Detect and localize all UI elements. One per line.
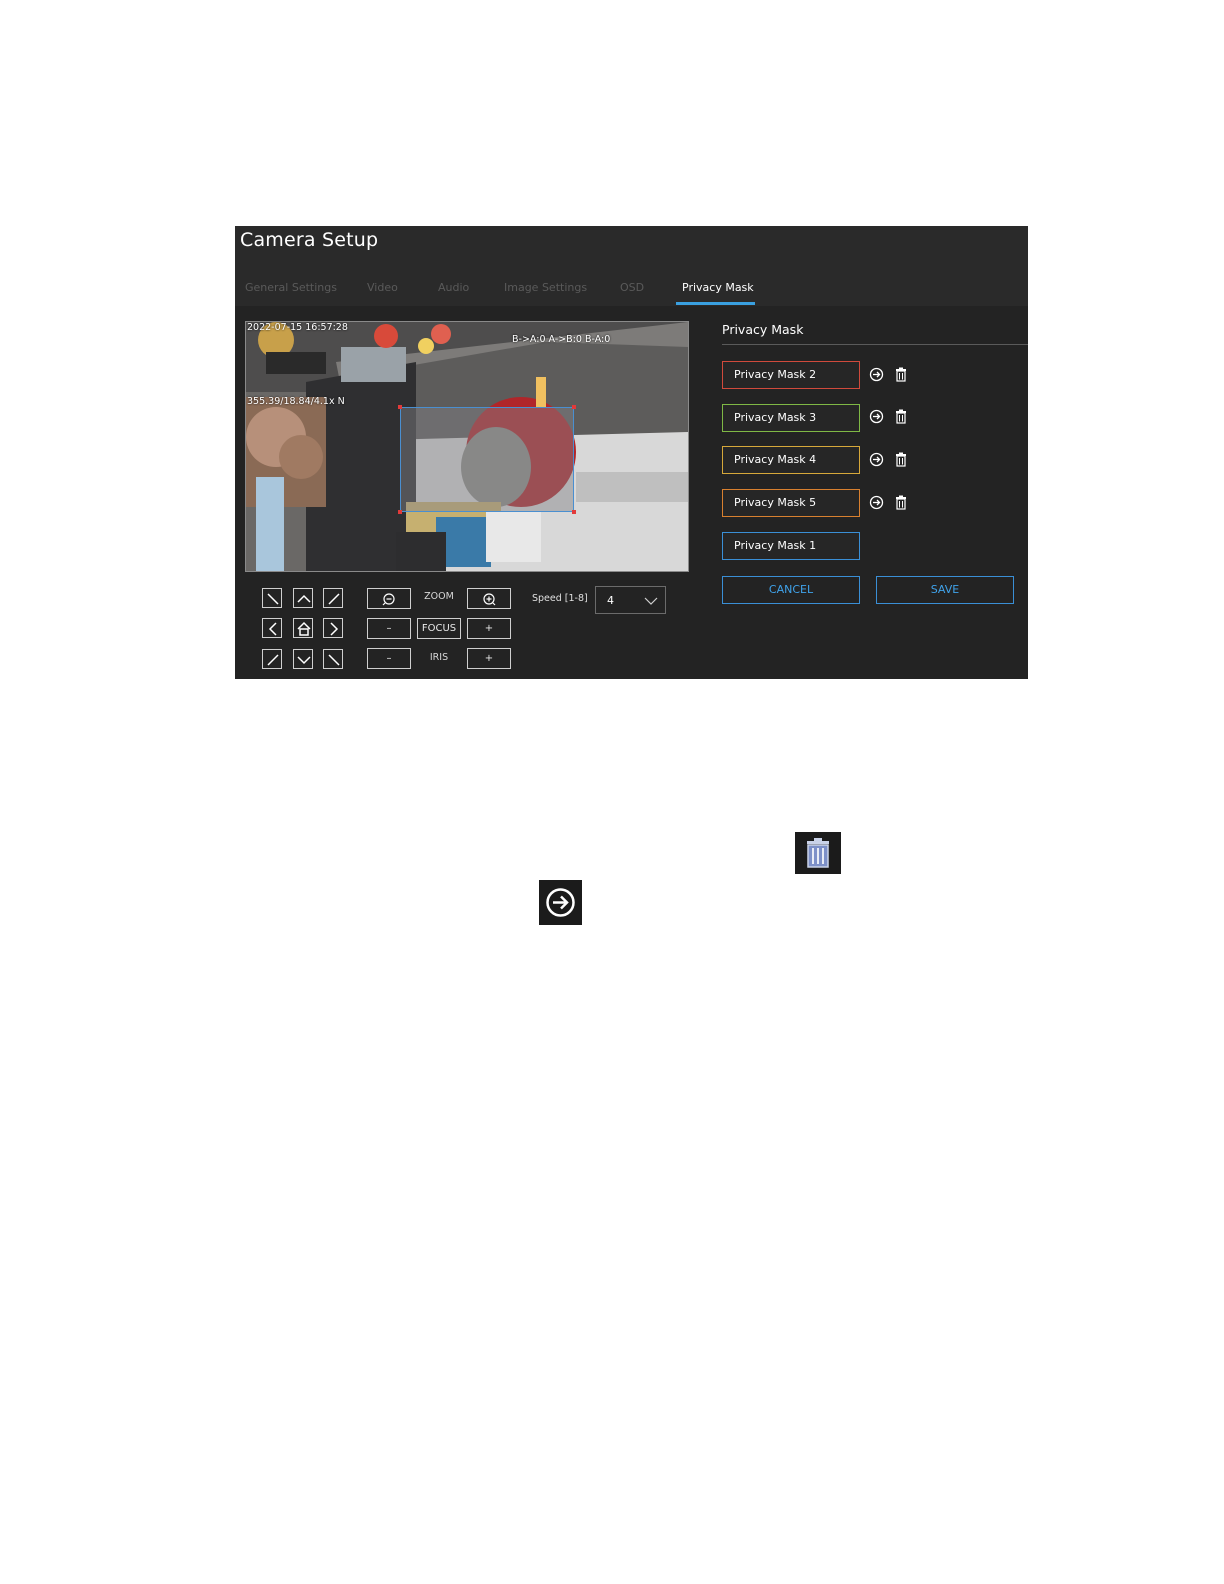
resize-handle[interactable]: [398, 405, 402, 409]
speed-select[interactable]: 4: [595, 586, 666, 614]
tab-image-settings[interactable]: Image Settings: [504, 281, 587, 294]
trash-icon[interactable]: [894, 452, 908, 467]
ptz-readout: 355.39/18.84/4.1x N: [247, 396, 345, 407]
zoom-in-icon: [483, 593, 496, 606]
ptz-left-button[interactable]: [262, 618, 282, 638]
ptz-home-button[interactable]: [293, 618, 313, 638]
zoom-label: ZOOM: [424, 591, 454, 602]
active-tab-indicator: [676, 302, 755, 305]
trash-icon: [795, 832, 841, 874]
arrow-circle-icon[interactable]: [869, 409, 884, 424]
ptz-down-right-button[interactable]: [323, 649, 343, 669]
video-timestamp: 2022-07-15 16:57:28: [247, 322, 348, 333]
tab-general-settings[interactable]: General Settings: [245, 281, 337, 294]
privacy-mask-panel-title: Privacy Mask: [722, 322, 804, 337]
save-button[interactable]: SAVE: [876, 576, 1014, 604]
trash-icon[interactable]: [894, 409, 908, 424]
chevron-down-icon: [644, 597, 658, 605]
tab-video[interactable]: Video: [367, 281, 398, 294]
cancel-button[interactable]: CANCEL: [722, 576, 860, 604]
arrow-circle-icon[interactable]: [869, 452, 884, 467]
iris-plus-button[interactable]: +: [467, 648, 511, 669]
privacy-mask-3-field[interactable]: Privacy Mask 3: [722, 404, 860, 432]
focus-plus-button[interactable]: +: [467, 618, 511, 639]
privacy-mask-region[interactable]: [398, 405, 576, 514]
arrow-circle-icon: [539, 880, 582, 925]
trash-icon[interactable]: [894, 495, 908, 510]
video-preview[interactable]: 2022-07-15 16:57:28 B->A:0 A->B:0 B-A:0 …: [245, 321, 689, 572]
zoom-out-icon: [382, 593, 395, 606]
privacy-mask-4-field[interactable]: Privacy Mask 4: [722, 446, 860, 474]
zoom-in-button[interactable]: [467, 588, 511, 609]
speed-value: 4: [607, 594, 614, 607]
ptz-up-left-button[interactable]: [262, 588, 282, 608]
ptz-right-button[interactable]: [323, 618, 343, 638]
tab-audio[interactable]: Audio: [438, 281, 469, 294]
resize-handle[interactable]: [398, 510, 402, 514]
tab-privacy-mask[interactable]: Privacy Mask: [682, 281, 754, 294]
header: Camera Setup General Settings Video Audi…: [235, 226, 1028, 306]
focus-label: FOCUS: [417, 618, 461, 639]
home-icon: [297, 621, 311, 636]
focus-minus-button[interactable]: –: [367, 618, 411, 639]
ptz-up-button[interactable]: [293, 588, 313, 608]
arrow-circle-icon[interactable]: [869, 495, 884, 510]
ptz-down-left-button[interactable]: [262, 649, 282, 669]
resize-handle[interactable]: [572, 405, 576, 409]
iris-label: IRIS: [429, 652, 449, 663]
zoom-out-button[interactable]: [367, 588, 411, 609]
ptz-up-right-button[interactable]: [323, 588, 343, 608]
privacy-mask-5-field[interactable]: Privacy Mask 5: [722, 489, 860, 517]
camera-setup-window: Camera Setup General Settings Video Audi…: [235, 226, 1028, 679]
trash-icon[interactable]: [894, 367, 908, 382]
ptz-down-button[interactable]: [293, 649, 313, 669]
speed-label: Speed [1-8]: [532, 593, 588, 604]
arrow-circle-icon[interactable]: [869, 367, 884, 382]
divider: [722, 344, 1028, 345]
resize-handle[interactable]: [572, 510, 576, 514]
video-status-text: B->A:0 A->B:0 B-A:0: [512, 334, 611, 345]
iris-minus-button[interactable]: –: [367, 648, 411, 669]
privacy-mask-2-field[interactable]: Privacy Mask 2: [722, 361, 860, 389]
tab-osd[interactable]: OSD: [620, 281, 644, 294]
page-title: Camera Setup: [240, 229, 379, 251]
privacy-mask-1-field[interactable]: Privacy Mask 1: [722, 532, 860, 560]
